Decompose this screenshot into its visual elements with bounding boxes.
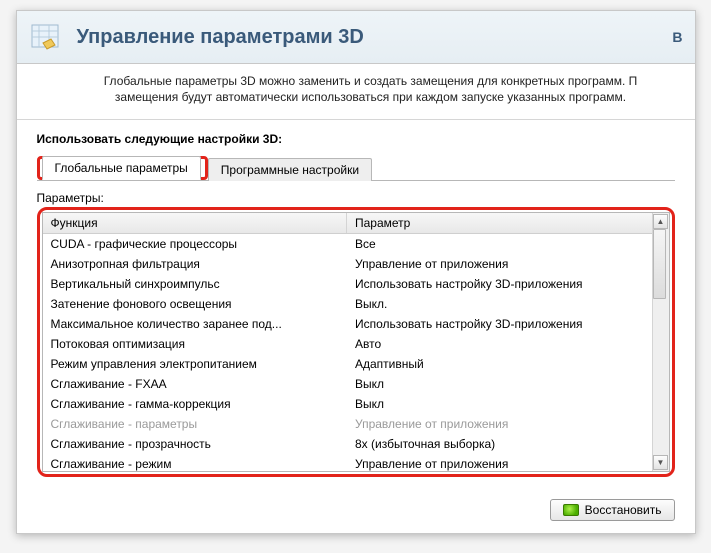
scroll-up-button[interactable]: ▲ [653, 214, 668, 229]
footer-row: Восстановить [17, 491, 695, 533]
table-row[interactable]: Затенение фонового освещенияВыкл. [43, 294, 652, 314]
table-row[interactable]: Вертикальный синхроимпульсИспользовать н… [43, 274, 652, 294]
restore-button-label: Восстановить [585, 503, 662, 517]
list-highlight-ring: Функция Параметр CUDA - графические проц… [37, 207, 675, 477]
tab-bar: Глобальные параметры Программные настрой… [37, 156, 675, 181]
row-function: Сглаживание - гамма-коррекция [43, 394, 348, 414]
row-function: Сглаживание - FXAA [43, 374, 348, 394]
table-row[interactable]: Максимальное количество заранее под...Ис… [43, 314, 652, 334]
header-right-char: В [672, 29, 682, 45]
row-parameter: Выкл. [347, 294, 652, 314]
row-parameter: Управление от приложения [347, 454, 652, 471]
row-parameter: Использовать настройку 3D-приложения [347, 274, 652, 294]
list-header: Функция Параметр [43, 213, 652, 234]
header-3d-icon [29, 19, 65, 55]
restore-button[interactable]: Восстановить [550, 499, 675, 521]
table-row[interactable]: Сглаживание - режимУправление от приложе… [43, 454, 652, 471]
table-row[interactable]: Сглаживание - прозрачность8x (избыточная… [43, 434, 652, 454]
table-row[interactable]: CUDA - графические процессорыВсе [43, 234, 652, 254]
row-parameter: Управление от приложения [347, 254, 652, 274]
settings-window: Управление параметрами 3D В Глобальные п… [16, 10, 696, 534]
table-row[interactable]: Потоковая оптимизацияАвто [43, 334, 652, 354]
row-function: Анизотропная фильтрация [43, 254, 348, 274]
section-label: Использовать следующие настройки 3D: [37, 132, 675, 146]
tab-highlight-ring: Глобальные параметры [37, 156, 208, 180]
row-function: Затенение фонового освещения [43, 294, 348, 314]
page-title: Управление параметрами 3D [77, 26, 364, 49]
row-parameter: Все [347, 234, 652, 254]
row-parameter: Выкл [347, 374, 652, 394]
scroll-down-button[interactable]: ▼ [653, 455, 668, 470]
nvidia-icon [563, 504, 579, 516]
row-parameter: 8x (избыточная выборка) [347, 434, 652, 454]
row-function: Сглаживание - прозрачность [43, 434, 348, 454]
row-parameter: Управление от приложения [347, 414, 652, 434]
vertical-scrollbar[interactable]: ▲ ▼ [652, 213, 669, 471]
column-function[interactable]: Функция [43, 213, 348, 233]
table-row[interactable]: Режим управления электропитаниемАдаптивн… [43, 354, 652, 374]
table-row[interactable]: Сглаживание - FXAAВыкл [43, 374, 652, 394]
row-function: Потоковая оптимизация [43, 334, 348, 354]
row-function: CUDA - графические процессоры [43, 234, 348, 254]
row-parameter: Адаптивный [347, 354, 652, 374]
tab-global-settings[interactable]: Глобальные параметры [42, 156, 201, 180]
parameters-listbox[interactable]: Функция Параметр CUDA - графические проц… [42, 212, 670, 472]
row-parameter: Авто [347, 334, 652, 354]
row-function: Максимальное количество заранее под... [43, 314, 348, 334]
window-header: Управление параметрами 3D В [17, 11, 695, 64]
settings-section: Использовать следующие настройки 3D: Гло… [17, 120, 695, 491]
row-function: Вертикальный синхроимпульс [43, 274, 348, 294]
row-parameter: Использовать настройку 3D-приложения [347, 314, 652, 334]
row-function: Режим управления электропитанием [43, 354, 348, 374]
table-row[interactable]: Анизотропная фильтрацияУправление от при… [43, 254, 652, 274]
table-row[interactable]: Сглаживание - гамма-коррекцияВыкл [43, 394, 652, 414]
description-text: Глобальные параметры 3D можно заменить и… [17, 64, 695, 120]
parameters-label: Параметры: [37, 191, 675, 205]
scroll-track[interactable] [653, 229, 668, 455]
tab-program-settings[interactable]: Программные настройки [208, 158, 372, 181]
row-function: Сглаживание - параметры [43, 414, 348, 434]
row-parameter: Выкл [347, 394, 652, 414]
scroll-thumb[interactable] [653, 229, 666, 299]
row-function: Сглаживание - режим [43, 454, 348, 471]
table-row[interactable]: Сглаживание - параметрыУправление от при… [43, 414, 652, 434]
column-parameter[interactable]: Параметр [347, 213, 652, 233]
